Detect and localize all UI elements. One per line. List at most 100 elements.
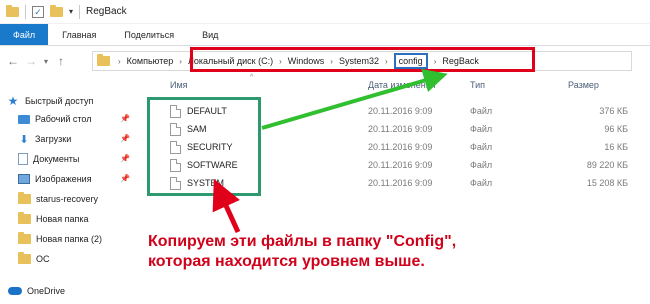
image-icon bbox=[18, 174, 30, 184]
window-title: RegBack bbox=[86, 6, 127, 17]
file-name: SAM bbox=[187, 124, 207, 134]
file-type: Файл bbox=[470, 160, 493, 170]
pin-icon[interactable]: 📌 bbox=[120, 114, 130, 123]
new-folder-icon[interactable] bbox=[50, 4, 63, 17]
chevron-right-icon[interactable]: › bbox=[330, 57, 333, 66]
sidebar-item-downloads[interactable]: ⬇ Загрузки bbox=[18, 130, 71, 148]
column-header-size[interactable]: Размер bbox=[568, 80, 599, 96]
red-arrow bbox=[212, 178, 241, 234]
file-icon bbox=[170, 104, 181, 118]
instruction-caption: Копируем эти файлы в папку "Config", кот… bbox=[148, 232, 508, 272]
breadcrumb-system32[interactable]: System32 bbox=[339, 56, 379, 66]
sidebar-item-label: Новая папка bbox=[36, 214, 89, 224]
chevron-right-icon[interactable]: › bbox=[118, 57, 121, 66]
ribbon-tabs: Файл Главная Поделиться Вид bbox=[0, 24, 650, 46]
file-type: Файл bbox=[470, 106, 493, 116]
file-name: SYSTEM bbox=[187, 178, 225, 188]
folder-icon bbox=[97, 54, 110, 66]
sidebar-item-label: Быстрый доступ bbox=[25, 96, 94, 106]
pin-icon[interactable]: 📌 bbox=[120, 134, 130, 143]
column-header-type[interactable]: Тип bbox=[470, 80, 485, 96]
sidebar-item-desktop[interactable]: Рабочий стол bbox=[18, 110, 92, 128]
sort-caret-icon: ^ bbox=[250, 74, 254, 81]
table-row[interactable]: SOFTWARE bbox=[170, 156, 238, 174]
properties-icon[interactable]: ✓ bbox=[32, 5, 44, 18]
pin-icon[interactable]: 📌 bbox=[120, 174, 130, 183]
file-icon bbox=[170, 140, 181, 154]
file-type: Файл bbox=[470, 124, 493, 134]
sidebar-item-label: starus-recovery bbox=[36, 194, 99, 204]
file-icon bbox=[170, 158, 181, 172]
file-name: SECURITY bbox=[187, 142, 233, 152]
navigation-bar: ← → ▾ ↑ › Компьютер › Локальный диск (C:… bbox=[0, 46, 650, 76]
sidebar-item-onedrive[interactable]: OneDrive bbox=[8, 282, 65, 300]
file-size: 15 208 КБ bbox=[586, 178, 628, 188]
sidebar-item-label: Изображения bbox=[35, 174, 92, 184]
sidebar-item-documents[interactable]: Документы bbox=[18, 150, 79, 168]
folder-icon bbox=[18, 212, 31, 224]
file-date: 20.11.2016 9:09 bbox=[368, 106, 433, 116]
breadcrumb-local-disk[interactable]: Локальный диск (C:) bbox=[188, 56, 273, 66]
table-row[interactable]: SECURITY bbox=[170, 138, 233, 156]
desktop-icon bbox=[18, 114, 30, 124]
title-separator bbox=[25, 4, 26, 19]
quick-access-dropdown-icon[interactable]: ▾ bbox=[69, 7, 73, 16]
table-row[interactable]: SYSTEM bbox=[170, 174, 224, 192]
breadcrumb-regback[interactable]: RegBack bbox=[442, 56, 479, 66]
tab-view[interactable]: Вид bbox=[188, 24, 232, 45]
sidebar-item-label: Загрузки bbox=[35, 134, 72, 144]
file-icon bbox=[170, 176, 181, 190]
tab-file[interactable]: Файл bbox=[0, 24, 49, 45]
sidebar-item-label: Документы bbox=[33, 154, 80, 164]
star-icon: ★ bbox=[7, 94, 19, 108]
column-header-name[interactable]: Имя bbox=[170, 80, 188, 96]
file-type: Файл bbox=[470, 178, 493, 188]
file-icon bbox=[170, 122, 181, 136]
folder-icon bbox=[18, 232, 31, 244]
document-icon bbox=[18, 153, 28, 165]
caption-line-2: которая находится уровнем выше. bbox=[148, 253, 425, 270]
file-name: SOFTWARE bbox=[187, 160, 238, 170]
table-row[interactable]: DEFAULT bbox=[170, 102, 227, 120]
sidebar-item-os[interactable]: ОС bbox=[18, 250, 50, 268]
tab-home[interactable]: Главная bbox=[48, 24, 110, 45]
sidebar-item-quick-access[interactable]: ★ Быстрый доступ bbox=[6, 92, 94, 110]
chevron-right-icon[interactable]: › bbox=[434, 57, 437, 66]
back-arrow-icon[interactable]: ← bbox=[4, 54, 22, 68]
file-name: DEFAULT bbox=[187, 106, 227, 116]
sidebar-item-starus-recovery[interactable]: starus-recovery bbox=[18, 190, 98, 208]
column-header-date[interactable]: Дата изменения bbox=[368, 80, 436, 96]
up-arrow-icon[interactable]: ↑ bbox=[52, 54, 70, 68]
chevron-right-icon[interactable]: › bbox=[279, 57, 282, 66]
file-date: 20.11.2016 9:09 bbox=[368, 124, 433, 134]
folder-icon bbox=[6, 4, 19, 17]
breadcrumb-windows[interactable]: Windows bbox=[288, 56, 325, 66]
file-date: 20.11.2016 9:09 bbox=[368, 160, 433, 170]
address-bar[interactable]: › Компьютер › Локальный диск (C:) › Wind… bbox=[92, 51, 632, 71]
chevron-right-icon[interactable]: › bbox=[179, 57, 182, 66]
caption-line-1: Копируем эти файлы в папку "Config", bbox=[148, 233, 457, 250]
download-icon: ⬇ bbox=[19, 133, 29, 146]
file-date: 20.11.2016 9:09 bbox=[368, 142, 433, 152]
sidebar-item-new-folder-2[interactable]: Новая папка (2) bbox=[18, 230, 102, 248]
chevron-right-icon[interactable]: › bbox=[385, 57, 388, 66]
tab-share[interactable]: Поделиться bbox=[110, 24, 188, 45]
file-size: 96 КБ bbox=[604, 124, 628, 134]
sidebar-item-label: OneDrive bbox=[27, 286, 66, 296]
breadcrumb-config[interactable]: config bbox=[393, 53, 428, 69]
cloud-icon bbox=[8, 287, 22, 295]
sidebar-item-pictures[interactable]: Изображения bbox=[18, 170, 92, 188]
sidebar-item-label: Новая папка (2) bbox=[36, 234, 102, 244]
title-bar: ✓ ▾ RegBack bbox=[0, 0, 650, 24]
sidebar-item-label: Рабочий стол bbox=[35, 114, 92, 124]
sidebar-item-label: ОС bbox=[36, 254, 50, 264]
folder-icon bbox=[18, 192, 31, 204]
recent-locations-icon[interactable]: ▾ bbox=[40, 57, 52, 66]
sidebar-item-new-folder[interactable]: Новая папка bbox=[18, 210, 88, 228]
file-type: Файл bbox=[470, 142, 493, 152]
title-separator bbox=[79, 4, 81, 19]
pin-icon[interactable]: 📌 bbox=[120, 154, 130, 163]
forward-arrow-icon[interactable]: → bbox=[22, 54, 40, 68]
table-row[interactable]: SAM bbox=[170, 120, 207, 138]
breadcrumb-computer[interactable]: Компьютер bbox=[127, 56, 174, 66]
